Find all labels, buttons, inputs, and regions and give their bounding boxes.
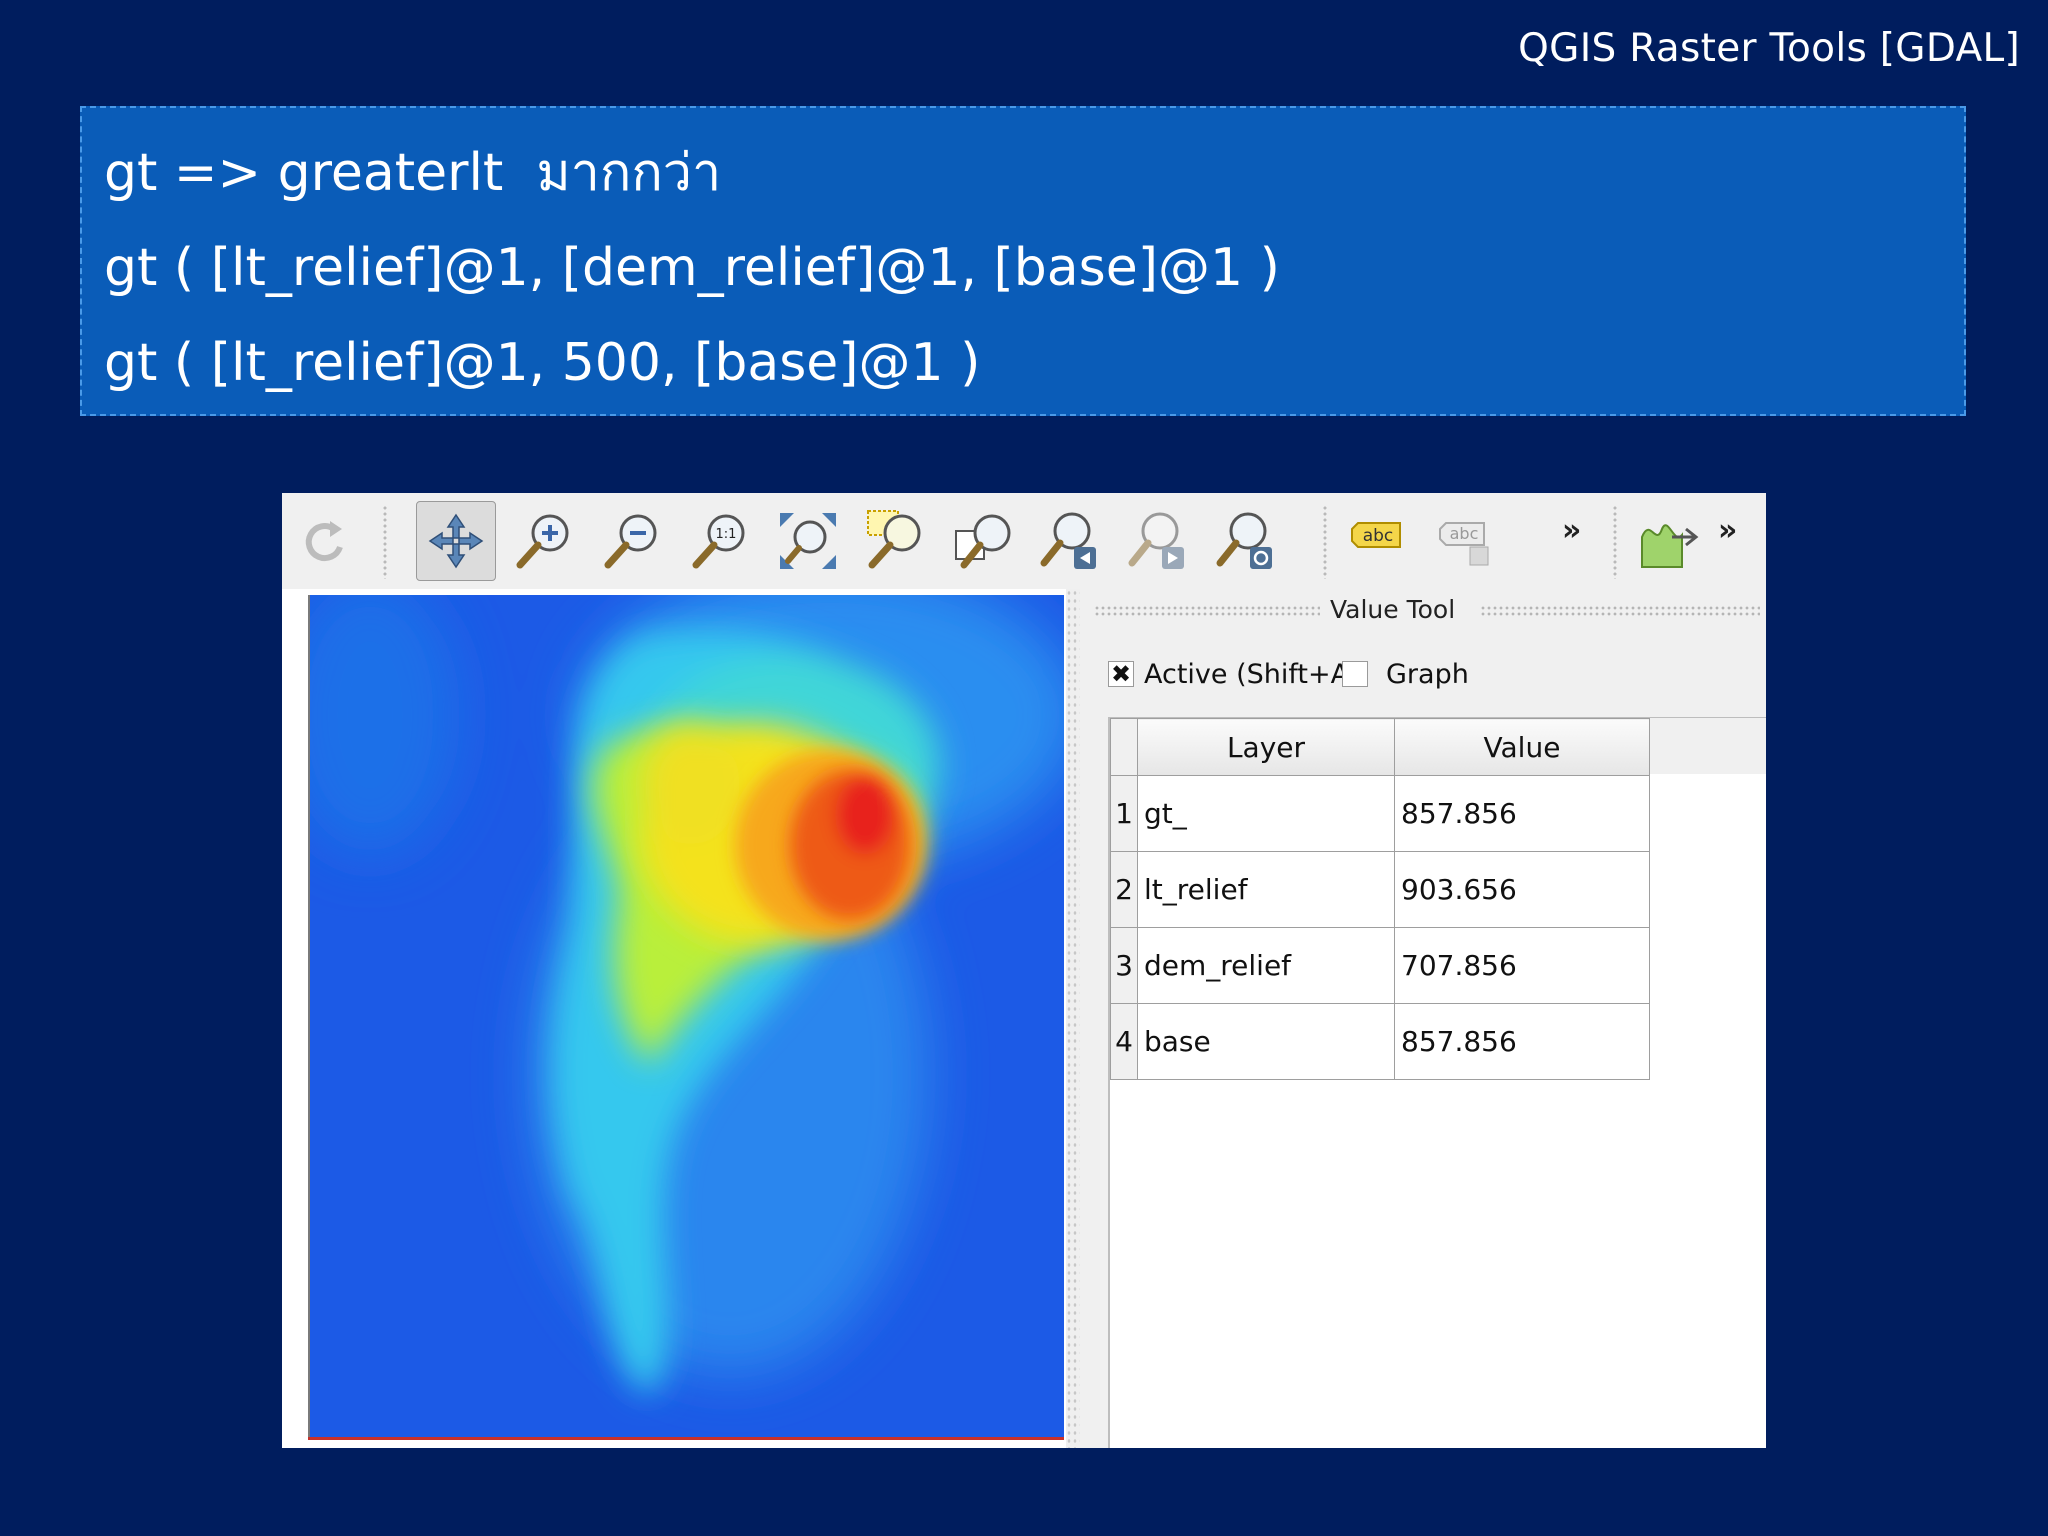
toolbar-separator xyxy=(1322,505,1328,579)
map-canvas-frame xyxy=(282,589,1066,1448)
layer-cell[interactable]: gt_ xyxy=(1137,775,1395,852)
map-bottom-border xyxy=(308,1437,1064,1440)
layer-cell[interactable]: dem_relief xyxy=(1137,927,1395,1004)
column-header-layer[interactable]: Layer xyxy=(1137,718,1395,776)
table-row[interactable]: 3 dem_relief 707.856 xyxy=(1110,927,1650,1004)
refresh-map-icon[interactable] xyxy=(1208,501,1288,581)
raster-heatmap xyxy=(310,595,1064,1437)
label-icon-text: abc xyxy=(1363,526,1394,546)
label-pin-icon[interactable]: abc xyxy=(1424,501,1504,581)
raster-map-canvas[interactable] xyxy=(308,595,1064,1437)
value-tool-icon[interactable] xyxy=(1630,501,1710,581)
row-number[interactable]: 3 xyxy=(1110,927,1138,1004)
map-navigation-toolbar: 1:1 abc abc » » xyxy=(282,493,1766,590)
row-number[interactable]: 1 xyxy=(1110,775,1138,852)
active-checkbox-label: Active (Shift+A) xyxy=(1144,659,1360,690)
zoom-native-icon[interactable]: 1:1 xyxy=(680,501,760,581)
row-number[interactable]: 2 xyxy=(1110,851,1138,928)
value-table: Layer Value 1 gt_ 857.856 2 lt_relief 90… xyxy=(1110,718,1650,1080)
table-corner[interactable] xyxy=(1110,718,1138,776)
value-cell[interactable]: 857.856 xyxy=(1394,775,1650,852)
zoom-native-text: 1:1 xyxy=(716,527,737,542)
layer-cell[interactable]: base xyxy=(1137,1003,1395,1080)
label-icon[interactable]: abc xyxy=(1336,501,1416,581)
code-line-3: gt ( [lt_relief]@1, 500, [base]@1 ) xyxy=(104,333,981,393)
code-box: gt => greaterlt มากกว่า gt ( [lt_relief]… xyxy=(80,106,1966,416)
zoom-full-icon[interactable] xyxy=(768,501,848,581)
zoom-layer-icon[interactable] xyxy=(944,501,1024,581)
title-grip-right xyxy=(1480,605,1760,617)
zoom-selection-icon[interactable] xyxy=(856,501,936,581)
zoom-in-icon[interactable] xyxy=(504,501,584,581)
zoom-last-icon[interactable] xyxy=(1032,501,1112,581)
code-line-2: gt ( [lt_relief]@1, [dem_relief]@1, [bas… xyxy=(104,238,1280,298)
dock-splitter[interactable] xyxy=(1066,589,1080,1448)
column-header-value[interactable]: Value xyxy=(1394,718,1650,776)
toolbar-overflow-1[interactable]: » xyxy=(1562,513,1581,548)
table-row[interactable]: 2 lt_relief 903.656 xyxy=(1110,851,1650,928)
table-row[interactable]: 4 base 857.856 xyxy=(1110,1003,1650,1080)
row-number[interactable]: 4 xyxy=(1110,1003,1138,1080)
graph-checkbox[interactable] xyxy=(1342,661,1368,687)
layer-cell[interactable]: lt_relief xyxy=(1137,851,1395,928)
toolbar-separator xyxy=(1612,505,1618,579)
qgis-screenshot: 1:1 abc abc » » Value Tool ✖ Active (Shi… xyxy=(282,493,1766,1448)
title-grip-left xyxy=(1094,605,1320,617)
value-cell[interactable]: 903.656 xyxy=(1394,851,1650,928)
panel-title-bar[interactable]: Value Tool xyxy=(1080,589,1766,643)
slide-title: QGIS Raster Tools [GDAL] xyxy=(1518,26,2020,71)
refresh-icon[interactable] xyxy=(286,501,366,581)
code-line-1: gt => greaterlt มากกว่า xyxy=(104,143,722,203)
value-table-area: Layer Value 1 gt_ 857.856 2 lt_relief 90… xyxy=(1108,717,1766,1448)
panel-title: Value Tool xyxy=(1330,595,1456,624)
table-row[interactable]: 1 gt_ 857.856 xyxy=(1110,775,1650,852)
zoom-out-icon[interactable] xyxy=(592,501,672,581)
toolbar-overflow-2[interactable]: » xyxy=(1718,513,1737,548)
pan-icon[interactable] xyxy=(416,501,496,581)
label-pin-icon-text: abc xyxy=(1450,524,1479,543)
active-checkbox[interactable]: ✖ xyxy=(1108,661,1134,687)
value-tool-panel: Value Tool ✖ Active (Shift+A) Graph Laye… xyxy=(1080,589,1766,1448)
zoom-next-icon[interactable] xyxy=(1120,501,1200,581)
value-cell[interactable]: 857.856 xyxy=(1394,1003,1650,1080)
toolbar-separator xyxy=(382,505,388,579)
graph-checkbox-label: Graph xyxy=(1386,659,1469,690)
value-cell[interactable]: 707.856 xyxy=(1394,927,1650,1004)
